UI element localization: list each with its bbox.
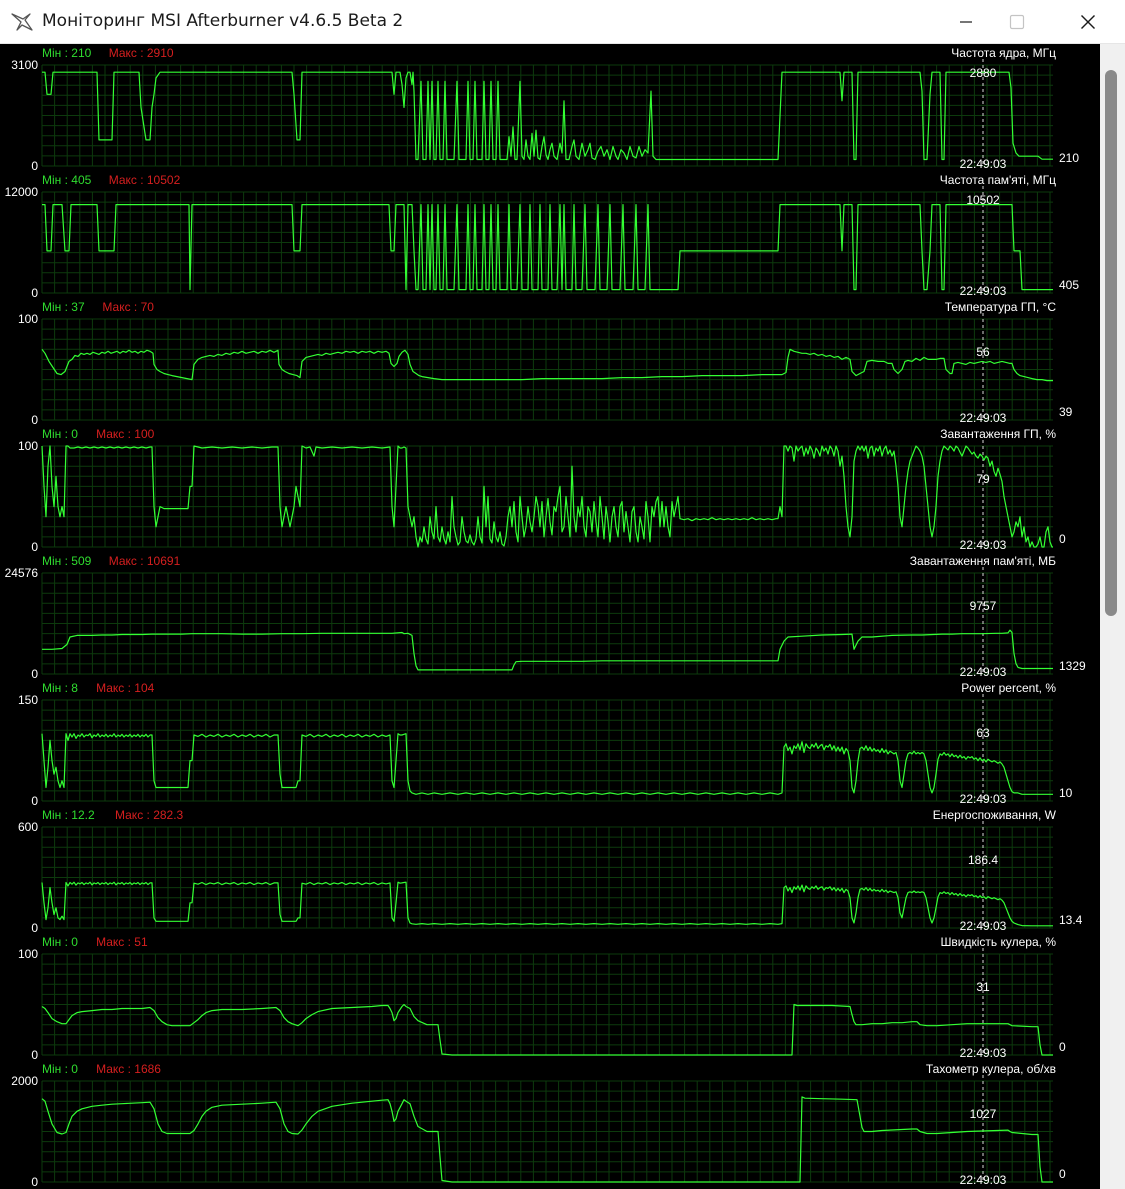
graph-title: Температура ГП, °C: [945, 300, 1057, 314]
current-value: 10: [1059, 786, 1073, 800]
cursor-value: 56: [976, 345, 990, 359]
y-axis-max: 100: [18, 439, 38, 453]
y-axis-min: 0: [31, 1048, 38, 1062]
min-label: Мін : 509: [42, 554, 92, 568]
max-label: Макс : 104: [96, 681, 155, 695]
graph-title: Power percent, %: [961, 681, 1056, 695]
min-label: Мін : 210: [42, 46, 92, 60]
cursor-value: 63: [976, 726, 990, 740]
cursor-time: 22:49:03: [960, 919, 1007, 933]
maximize-button[interactable]: [990, 0, 1044, 44]
current-value: 210: [1059, 151, 1079, 165]
y-axis-min: 0: [31, 667, 38, 681]
current-value: 405: [1059, 278, 1079, 292]
graph-power-consumption[interactable]: Мін : 12.2 Макс : 282.3 Енергоспоживання, …: [18, 808, 1083, 935]
graph-title: Завантаження пам'яті, МБ: [910, 554, 1056, 568]
max-label: Макс : 282.3: [115, 808, 184, 822]
min-label: Мін : 0: [42, 427, 78, 441]
y-axis-min: 0: [31, 159, 38, 173]
y-axis-max: 3100: [11, 58, 38, 72]
close-button[interactable]: [1061, 0, 1115, 44]
y-axis-min: 0: [31, 921, 38, 935]
cursor-value: 186.4: [968, 853, 998, 867]
monitoring-panel[interactable]: Мін : 210 Макс : 2910 Частота ядра, МГц 310…: [0, 44, 1125, 1189]
min-label: Мін : 0: [42, 1062, 78, 1076]
min-label: Мін : 0: [42, 935, 78, 949]
min-label: Мін : 37: [42, 300, 85, 314]
cursor-time: 22:49:03: [960, 665, 1007, 679]
min-label: Мін : 12.2: [42, 808, 95, 822]
cursor-value: 10502: [966, 193, 1000, 207]
graph-power-percent[interactable]: Мін : 8 Макс : 104 Power percent, % 150 0 63 2…: [18, 681, 1073, 808]
cursor-value: 79: [976, 472, 990, 486]
graph-title: Швидкість кулера, %: [940, 935, 1056, 949]
min-label: Мін : 405: [42, 173, 92, 187]
y-axis-max: 600: [18, 820, 38, 834]
graph-title: Частота ядра, МГц: [951, 46, 1056, 60]
cursor-value: 9757: [970, 599, 997, 613]
maximize-icon: [1009, 14, 1025, 30]
graph-gpu-temperature[interactable]: Мін : 37 Макс : 70 Температура ГП, °C 100 0 5…: [18, 300, 1073, 427]
graph-fan-tachometer[interactable]: Мін : 0 Макс : 1686 Тахометр кулера, об/хв…: [11, 1062, 1066, 1189]
minimize-button[interactable]: [939, 0, 993, 44]
graph-grid: [41, 953, 1053, 1056]
cursor-time: 22:49:03: [960, 411, 1007, 425]
cursor-time: 22:49:03: [960, 538, 1007, 552]
max-label: Макс : 51: [96, 935, 148, 949]
afterburner-plane-icon: [11, 13, 33, 31]
graph-grid: [41, 826, 1053, 929]
graph-gpu-usage[interactable]: Мін : 0 Макс : 100 Завантаження ГП, % 100 0 7…: [18, 427, 1066, 554]
current-value: 0: [1059, 1040, 1066, 1054]
min-label: Мін : 8: [42, 681, 78, 695]
current-value: 39: [1059, 405, 1073, 419]
max-label: Макс : 10502: [109, 173, 181, 187]
max-label: Макс : 70: [102, 300, 154, 314]
current-value: 1329: [1059, 659, 1086, 673]
max-label: Макс : 1686: [96, 1062, 161, 1076]
scrollbar-thumb[interactable]: [1105, 70, 1117, 616]
y-axis-min: 0: [31, 794, 38, 808]
vertical-scrollbar[interactable]: [1100, 44, 1125, 1189]
window-titlebar[interactable]: Моніторинг MSI Afterburner v4.6.5 Beta 2: [0, 0, 1125, 44]
y-axis-max: 100: [18, 312, 38, 326]
y-axis-max: 12000: [5, 185, 39, 199]
cursor-time: 22:49:03: [960, 1046, 1007, 1060]
minimize-icon: [960, 21, 972, 23]
cursor-time: 22:49:03: [960, 284, 1007, 298]
y-axis-max: 150: [18, 693, 38, 707]
graph-title: Тахометр кулера, об/хв: [926, 1062, 1056, 1076]
graph-memory-usage[interactable]: Мін : 509 Макс : 10691 Завантаження пам'ят…: [5, 554, 1086, 681]
y-axis-min: 0: [31, 1175, 38, 1189]
graph-grid: [41, 64, 1053, 167]
current-value: 0: [1059, 1167, 1066, 1181]
current-value: 0: [1059, 532, 1066, 546]
max-label: Макс : 10691: [109, 554, 181, 568]
max-label: Макс : 100: [96, 427, 155, 441]
window-title: Моніторинг MSI Afterburner v4.6.5 Beta 2: [42, 11, 404, 31]
y-axis-min: 0: [31, 413, 38, 427]
current-value: 13.4: [1059, 913, 1083, 927]
y-axis-max: 100: [18, 947, 38, 961]
cursor-value: 31: [976, 980, 990, 994]
graph-title: Завантаження ГП, %: [940, 427, 1056, 441]
y-axis-max: 2000: [11, 1074, 38, 1088]
close-icon: [1081, 15, 1095, 29]
y-axis-min: 0: [31, 540, 38, 554]
graph-memory-clock[interactable]: Мін : 405 Макс : 10502 Частота пам'яті, МГ…: [5, 173, 1080, 300]
cursor-value: 2880: [970, 66, 997, 80]
graph-core-clock[interactable]: Мін : 210 Макс : 2910 Частота ядра, МГц 310…: [11, 46, 1079, 173]
graph-title: Енергоспоживання, W: [933, 808, 1057, 822]
max-label: Макс : 2910: [109, 46, 174, 60]
graph-fan-speed[interactable]: Мін : 0 Макс : 51 Швидкість кулера, % 100 0 3…: [18, 935, 1066, 1062]
hardware-monitor-graphs: Мін : 210 Макс : 2910 Частота ядра, МГц310…: [5, 46, 1086, 1189]
cursor-value: 1027: [970, 1107, 997, 1121]
y-axis-min: 0: [31, 286, 38, 300]
cursor-time: 22:49:03: [960, 1173, 1007, 1187]
graph-title: Частота пам'яті, МГц: [940, 173, 1056, 187]
cursor-time: 22:49:03: [960, 792, 1007, 806]
cursor-time: 22:49:03: [960, 157, 1007, 171]
y-axis-max: 24576: [5, 566, 39, 580]
graph-grid: [41, 191, 1053, 294]
graph-grid: [41, 572, 1053, 675]
